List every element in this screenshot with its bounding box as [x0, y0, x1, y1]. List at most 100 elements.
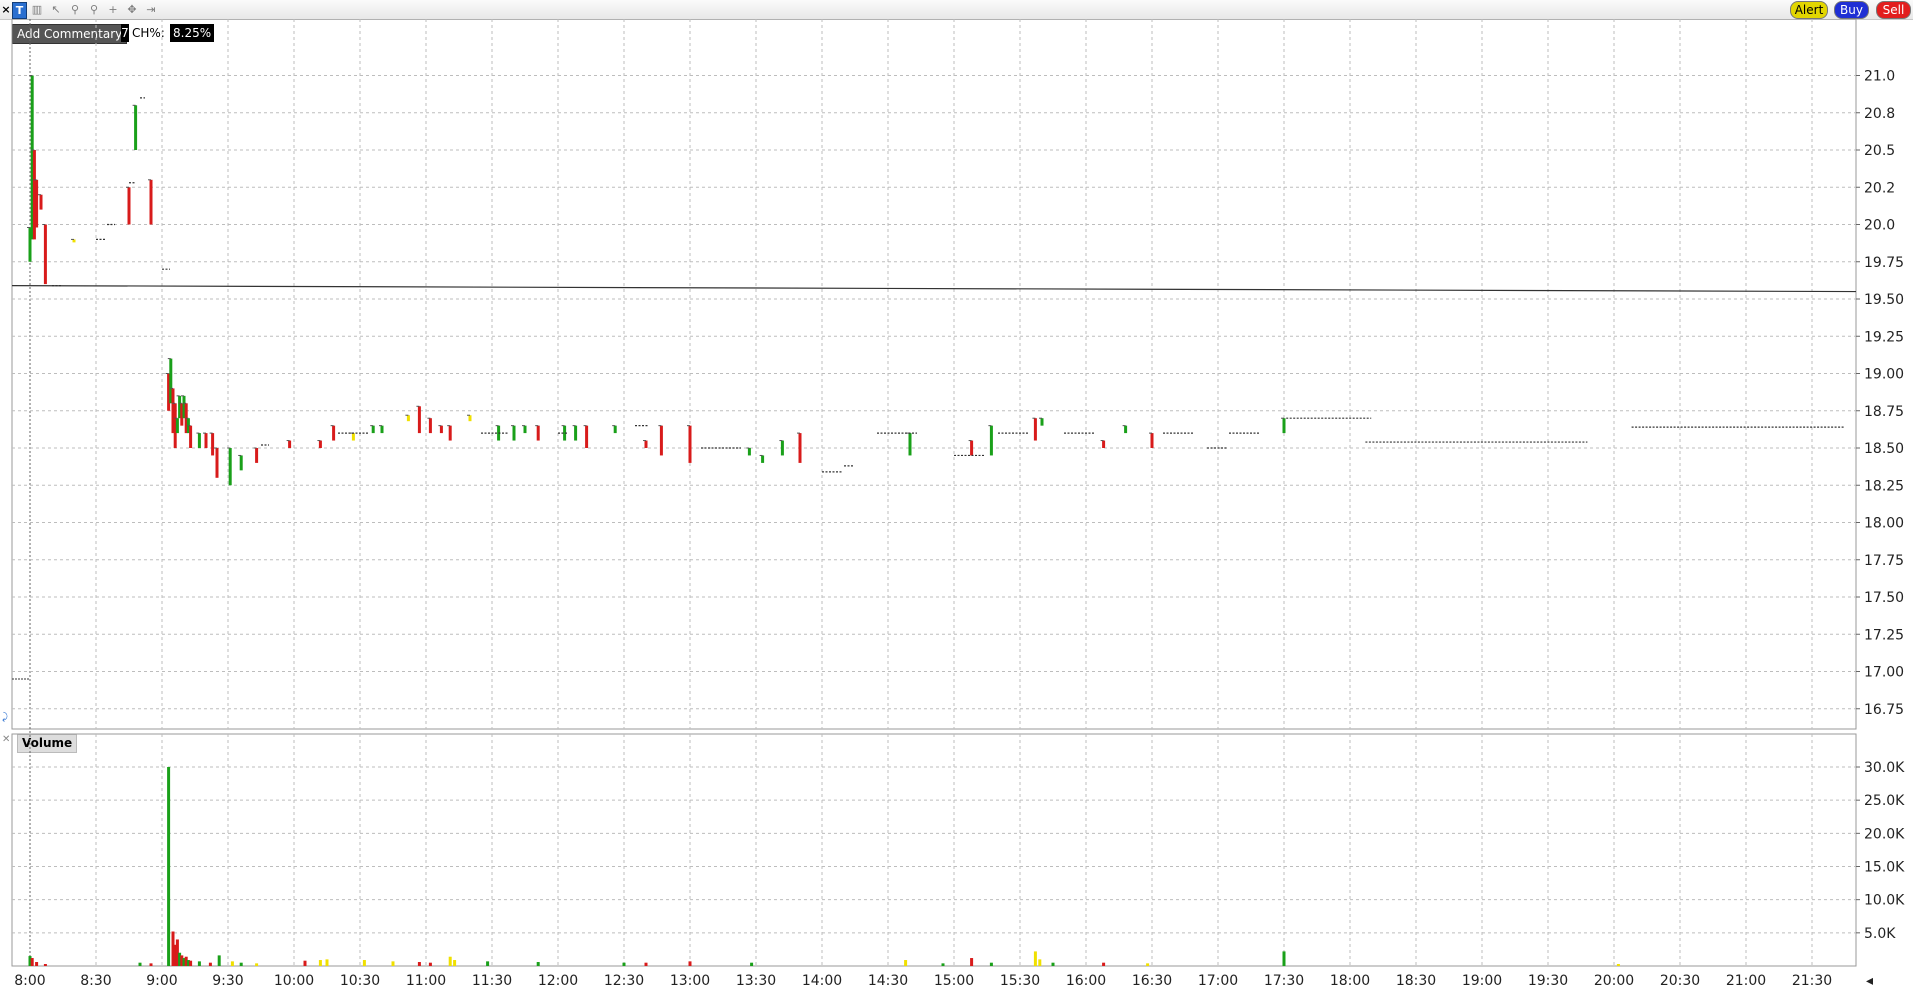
price-bar — [417, 406, 421, 434]
volume-bar — [149, 963, 153, 966]
volume-pane-frame — [11, 733, 1857, 967]
volume-bar — [904, 960, 908, 966]
price-tick-label: 19.00 — [1864, 367, 1904, 383]
volume-bar — [35, 962, 39, 966]
price-bar — [761, 455, 765, 463]
volume-bar — [303, 960, 307, 966]
volume-bar — [217, 955, 221, 966]
price-tick-label: 19.25 — [1864, 329, 1904, 345]
price-bar — [585, 425, 589, 448]
volume-bar — [1102, 962, 1106, 966]
price-tick-label: 21.0 — [1864, 69, 1895, 85]
price-bar — [351, 433, 355, 441]
volume-bar — [325, 959, 329, 966]
volume-bar — [644, 962, 648, 966]
price-bar — [1282, 418, 1286, 434]
price-bar — [439, 425, 443, 434]
buy-button[interactable]: Buy — [1834, 1, 1869, 19]
volume-bar — [138, 962, 142, 966]
price-bar — [211, 433, 215, 456]
axis-end-icon: ◂ — [1866, 973, 1873, 989]
pan-icon[interactable]: ⇥ — [144, 2, 158, 17]
price-bar — [970, 440, 974, 456]
price-tick-label: 17.00 — [1864, 665, 1904, 681]
cursor-icon[interactable]: ↖ — [49, 2, 63, 17]
grid-lines — [11, 19, 1857, 967]
price-tick-label: 18.50 — [1864, 441, 1904, 457]
volume-axis: 30.0K 25.0K 20.0K 15.0K 10.0K 5.0K — [1856, 760, 1905, 942]
time-axis: 8:00 8:30 9:00 9:30 10:00 10:30 11:00 11:30 12:0… — [14, 973, 1873, 989]
price-bar — [288, 440, 292, 448]
time-tick-label: 10:30 — [340, 973, 380, 989]
time-tick-label: 17:00 — [1198, 973, 1238, 989]
volume-tick-label: 15.0K — [1864, 860, 1905, 876]
volume-bar — [30, 958, 34, 966]
volume-bar — [43, 964, 47, 966]
volume-tick-label: 25.0K — [1864, 793, 1905, 809]
bar-chart-icon[interactable]: ▥ — [30, 2, 44, 17]
price-bar — [1102, 440, 1106, 448]
time-tick-label: 9:30 — [212, 973, 243, 989]
price-axis: 21.0 20.8 20.5 20.2 20.0 19.75 19.50 19.25 19.00… — [1856, 69, 1904, 718]
volume-bar — [486, 961, 490, 966]
price-bar — [536, 425, 540, 441]
time-tick-label: 12:30 — [604, 973, 644, 989]
volume-bar — [941, 963, 945, 966]
price-bar — [428, 418, 432, 434]
sell-button[interactable]: Sell — [1876, 1, 1911, 19]
price-bar — [659, 425, 663, 456]
price-tick-label: 18.75 — [1864, 404, 1904, 420]
zoom-in-icon[interactable]: ⚲ — [68, 2, 82, 17]
price-tick-label: 19.75 — [1864, 255, 1904, 271]
time-tick-label: 11:30 — [472, 973, 512, 989]
volume-bar — [1051, 962, 1055, 966]
price-bar — [197, 433, 201, 448]
price-bar — [688, 425, 692, 463]
price-bar — [332, 425, 336, 441]
volume-bar — [750, 962, 754, 966]
crosshair-icon[interactable]: + — [106, 2, 120, 17]
move-icon[interactable]: ✥ — [125, 2, 139, 17]
price-tick-label: 18.00 — [1864, 516, 1904, 532]
price-bar — [215, 448, 219, 478]
time-tick-label: 19:30 — [1528, 973, 1568, 989]
price-bar — [35, 179, 39, 228]
volume-bar — [1282, 951, 1286, 966]
time-tick-label: 15:00 — [934, 973, 974, 989]
volume-bar — [318, 960, 322, 966]
price-bar — [574, 425, 578, 441]
price-bar — [1033, 418, 1037, 441]
time-tick-label: 18:30 — [1396, 973, 1436, 989]
price-bar — [371, 425, 375, 434]
price-chart[interactable]: 21.0 20.8 20.5 20.2 20.0 19.75 19.50 19.25 19.00… — [0, 19, 1913, 992]
time-tick-label: 10:00 — [274, 973, 314, 989]
volume-bar — [989, 962, 993, 966]
close-icon[interactable]: × — [1, 2, 11, 17]
time-tick-label: 15:30 — [1000, 973, 1040, 989]
volume-bar — [255, 963, 259, 966]
price-tick-label: 17.50 — [1864, 590, 1904, 606]
volume-tick-label: 20.0K — [1864, 826, 1905, 842]
price-bar — [644, 440, 648, 448]
volume-bar — [417, 962, 421, 966]
price-bar — [780, 440, 784, 456]
price-bar — [43, 224, 47, 285]
price-bar — [127, 187, 131, 225]
time-tick-label: 20:30 — [1660, 973, 1700, 989]
volume-bar — [453, 960, 457, 966]
alert-button[interactable]: Alert — [1790, 1, 1828, 19]
price-bar — [523, 425, 527, 434]
chart-type-button[interactable]: T — [12, 2, 27, 19]
volume-bar — [1038, 959, 1042, 966]
time-tick-label: 18:00 — [1330, 973, 1370, 989]
volume-bar — [1033, 951, 1037, 966]
price-tick-label: 20.2 — [1864, 180, 1895, 196]
zoom-out-icon[interactable]: ⚲ — [87, 2, 101, 17]
price-bar — [228, 448, 232, 486]
price-bar — [613, 425, 617, 434]
price-bar — [798, 433, 802, 463]
volume-bar — [391, 961, 395, 966]
price-bar — [255, 448, 259, 463]
time-tick-label: 21:30 — [1792, 973, 1832, 989]
volume-bar — [239, 962, 243, 966]
